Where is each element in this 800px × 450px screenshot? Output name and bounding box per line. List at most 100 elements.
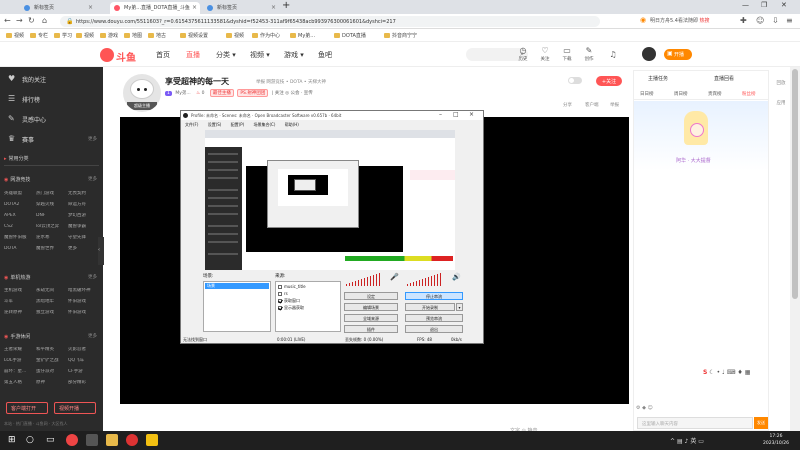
- battery-icon[interactable]: ▭: [698, 438, 704, 445]
- windows-start-icon[interactable]: ⊞: [8, 435, 16, 445]
- menu-profile[interactable]: 配置(P): [231, 122, 245, 127]
- match-more[interactable]: 更多: [88, 136, 97, 142]
- forward-icon[interactable]: →: [16, 16, 23, 25]
- tab-douyu[interactable]: My弟...直播_DOTA直播_斗鱼 ×: [110, 2, 200, 14]
- nav-game[interactable]: 游戏 ▾: [284, 50, 304, 60]
- clock[interactable]: 17:26 2023/10/26: [756, 433, 796, 447]
- bookmark-item[interactable]: DOTA直播: [334, 32, 366, 39]
- grid-icon[interactable]: ▦: [745, 369, 751, 376]
- category-item[interactable]: 怀旧游戏: [68, 299, 100, 305]
- anchor-task[interactable]: 主播任务: [648, 75, 668, 82]
- checkbox-checked[interactable]: [278, 299, 282, 303]
- close-icon[interactable]: ×: [192, 4, 197, 11]
- category-item[interactable]: CF手游: [68, 369, 100, 375]
- dot-icon[interactable]: •: [717, 369, 721, 376]
- bookmark-item[interactable]: 专栏: [30, 32, 48, 39]
- scene-item-selected[interactable]: 场景: [205, 283, 269, 289]
- mic-volume-meter[interactable]: [346, 273, 388, 286]
- minimize-icon[interactable]: –: [439, 111, 442, 118]
- category-item[interactable]: 梦幻西游: [68, 213, 100, 219]
- category-item[interactable]: LOL手游: [4, 358, 36, 364]
- category-item[interactable]: 魔兽争霸: [68, 224, 100, 230]
- plugins-button[interactable]: 插件: [344, 325, 398, 333]
- downloads-icon[interactable]: ⇩: [772, 16, 779, 25]
- tab-week-rank[interactable]: 周日榜: [674, 91, 688, 97]
- global-sources-button[interactable]: 全域来源: [344, 314, 398, 322]
- settings-icon[interactable]: ⚙: [636, 405, 640, 411]
- gift-icon[interactable]: ◆: [642, 405, 646, 411]
- bookmark-item[interactable]: 游戏: [100, 32, 118, 39]
- nav-live[interactable]: 直播: [186, 50, 200, 60]
- open-live-button[interactable]: ▣ 开播: [664, 49, 692, 60]
- bookmark-item[interactable]: 学习: [54, 32, 72, 39]
- download-button[interactable]: ▭ 下载: [558, 46, 576, 62]
- tab-day-rank[interactable]: 日日榜: [640, 91, 654, 97]
- client-open-button[interactable]: 客户端打开: [6, 402, 48, 414]
- nav-video[interactable]: 视频 ▾: [250, 50, 270, 60]
- share-button[interactable]: 分享: [563, 102, 572, 108]
- ime-icon[interactable]: 英: [690, 438, 696, 445]
- category-item[interactable]: 永劫无间: [36, 288, 68, 294]
- category-item[interactable]: 黑暗地牢: [36, 299, 68, 305]
- task-view-icon[interactable]: ▭: [46, 435, 55, 445]
- app-icon[interactable]: [126, 434, 138, 446]
- category-item[interactable]: lol云顶之弈: [36, 224, 68, 230]
- bookmark-item[interactable]: 视频: [226, 32, 244, 39]
- checkbox[interactable]: [278, 285, 282, 289]
- url-field[interactable]: 🔒 https://www.douyu.com/5511603?_r=0.615…: [60, 16, 600, 27]
- emoji-icon[interactable]: ☺: [648, 405, 653, 411]
- replay-link[interactable]: 直播回看: [714, 75, 734, 82]
- category-item[interactable]: QQ飞车: [68, 358, 100, 364]
- exit-button[interactable]: 退出: [405, 325, 463, 333]
- section-more[interactable]: 更多: [88, 176, 97, 182]
- back-icon[interactable]: ←: [4, 16, 11, 25]
- tag-group[interactable]: PS.射神团团: [237, 89, 269, 97]
- sidebar-item-follow[interactable]: ♥ 我的关注: [0, 71, 103, 87]
- scenes-list[interactable]: 场景: [203, 281, 271, 332]
- close-icon[interactable]: ×: [271, 4, 276, 11]
- user-avatar[interactable]: [642, 47, 656, 61]
- window-close-icon[interactable]: ✕: [781, 1, 787, 9]
- restore-icon[interactable]: ❐: [761, 1, 767, 9]
- category-item[interactable]: DOTA: [4, 246, 36, 252]
- category-item[interactable]: DOTA2: [4, 202, 36, 208]
- search-icon[interactable]: ○: [26, 435, 34, 445]
- close-icon[interactable]: ×: [469, 111, 474, 118]
- report-button[interactable]: 举报: [610, 102, 619, 108]
- home-icon[interactable]: ⌂: [42, 16, 47, 25]
- shirt-icon[interactable]: ♦: [737, 369, 742, 376]
- desktop-volume-meter[interactable]: [407, 273, 449, 286]
- obs-icon[interactable]: [86, 434, 98, 446]
- category-item[interactable]: 第五人格: [4, 380, 36, 386]
- category-item[interactable]: DNF: [36, 213, 68, 219]
- history-button[interactable]: ◷ 历史: [514, 46, 532, 62]
- stop-stream-button[interactable]: 停止串流: [405, 292, 463, 300]
- menu-icon[interactable]: ≡: [786, 16, 793, 25]
- source-item[interactable]: 显示器获取: [278, 305, 304, 311]
- bookmark-item[interactable]: 地图: [124, 32, 142, 39]
- explorer-icon[interactable]: [106, 434, 118, 446]
- category-item[interactable]: 逆水寒: [36, 235, 68, 241]
- tab-new-2[interactable]: 新标签页 ×: [203, 2, 279, 14]
- mic-icon[interactable]: 🎤: [390, 273, 399, 281]
- sources-list[interactable]: music_title rs 获取窗口 显示器获取: [275, 281, 341, 332]
- source-item[interactable]: music_title: [278, 284, 306, 289]
- replay-shortcut[interactable]: 回放: [773, 80, 789, 86]
- category-item[interactable]: 主机游戏: [4, 288, 36, 294]
- record-dropdown[interactable]: ▾: [456, 303, 463, 311]
- category-item[interactable]: 热门游戏: [36, 191, 68, 197]
- extension-icon[interactable]: ✚: [740, 16, 747, 25]
- preview-stream-button[interactable]: 预览串流: [405, 314, 463, 322]
- speaker-icon[interactable]: 🔊: [452, 273, 461, 281]
- sidebar-item-rank[interactable]: ☰ 排行榜: [0, 91, 103, 107]
- edit-scene-button[interactable]: 编辑场景: [344, 303, 398, 311]
- category-item[interactable]: 守望先锋: [68, 235, 100, 241]
- section-more[interactable]: 更多: [88, 274, 97, 280]
- category-item[interactable]: 和平精英: [36, 347, 68, 353]
- start-record-button[interactable]: 开始录制: [405, 303, 455, 311]
- browser-search[interactable]: ◉ 明日方舟5.4看法随即 热搜: [640, 16, 720, 26]
- bookmark-item[interactable]: My弟...: [290, 32, 315, 39]
- section-more[interactable]: 更多: [88, 333, 97, 339]
- chevron-up-icon[interactable]: ^: [670, 438, 675, 445]
- sidebar-collapse-handle[interactable]: ‹: [98, 237, 104, 265]
